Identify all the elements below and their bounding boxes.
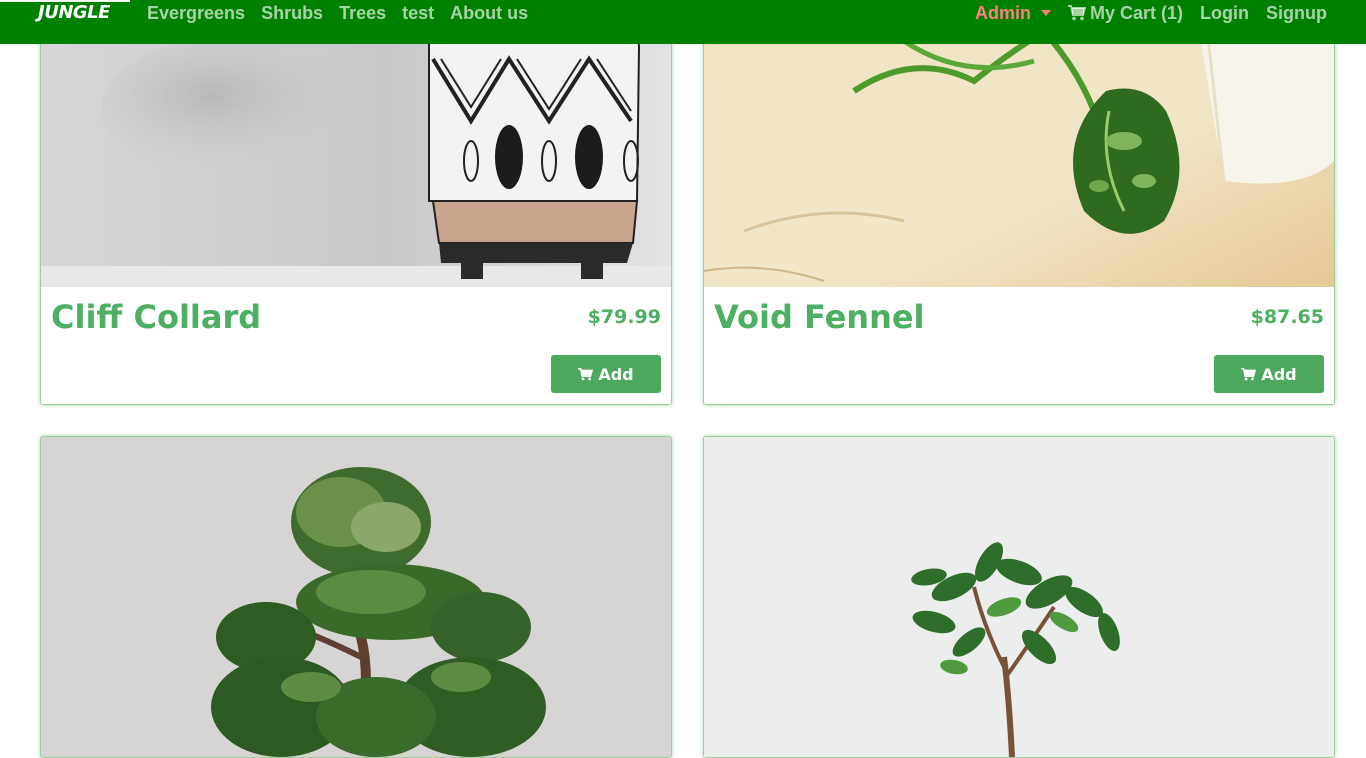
product-card-void-fennel: Void Fennel $87.65 Add [703,0,1335,405]
bonsai-tree-photo[interactable] [41,437,671,757]
nav-link-shrubs[interactable]: Shrubs [261,2,323,24]
signup-link[interactable]: Signup [1266,2,1327,24]
small-ficus-photo[interactable] [704,437,1334,757]
product-price: $79.99 [587,306,661,328]
product-price: $87.65 [1250,306,1324,328]
product-name[interactable]: Void Fennel [714,297,925,337]
nav-link-trees[interactable]: Trees [339,2,386,24]
login-link[interactable]: Login [1200,2,1249,24]
cart-icon [1241,367,1257,381]
my-cart-label: My Cart (1) [1090,3,1184,23]
brand-logo[interactable]: JUNGLE [38,2,110,23]
nav-right-links: Admin My Cart (1) Login Signup [975,2,1327,24]
admin-dropdown[interactable]: Admin [975,2,1051,24]
add-to-cart-button[interactable]: Add [1214,355,1324,393]
product-card-bonsai [40,436,672,758]
add-to-cart-button[interactable]: Add [551,355,661,393]
add-button-label: Add [598,364,634,384]
product-card-ficus [703,436,1335,758]
navbar: JUNGLE Evergreens Shrubs Trees test Abou… [0,0,1366,44]
admin-label: Admin [975,3,1031,23]
caret-down-icon [1041,10,1051,16]
add-button-label: Add [1261,364,1297,384]
product-card-cliff-collard: Cliff Collard $79.99 Add [40,0,672,405]
nav-left-links: Evergreens Shrubs Trees test About us [147,2,528,24]
nav-link-test[interactable]: test [402,2,434,24]
nav-link-about-us[interactable]: About us [450,2,528,24]
my-cart-link[interactable]: My Cart (1) [1068,2,1183,24]
cart-icon [1068,5,1086,21]
product-name[interactable]: Cliff Collard [51,297,261,337]
cart-icon [578,367,594,381]
nav-link-evergreens[interactable]: Evergreens [147,2,245,24]
